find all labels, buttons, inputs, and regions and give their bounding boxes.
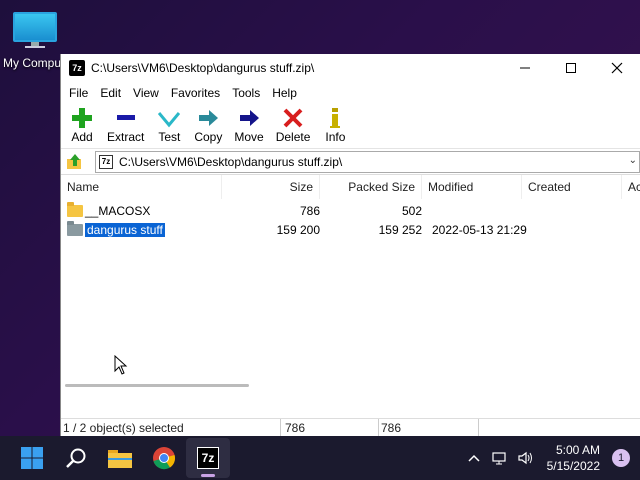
address-bar: 7z C:\Users\VM6\Desktop\dangurus stuff.z… [61,148,640,174]
maximize-icon [566,63,576,73]
file-size: 159 200 [276,222,320,237]
column-packed-size[interactable]: Packed Size [320,175,422,199]
add-label: Add [71,130,93,144]
info-label: Info [325,130,346,144]
7zip-taskbar-button[interactable]: 7z [186,438,230,478]
status-size: 786 [281,418,379,437]
file-packed-size: 502 [401,203,422,218]
column-name[interactable]: Name [61,175,222,199]
minimize-button[interactable] [502,54,548,82]
monitor-icon [13,12,57,48]
system-tray: 5:00 AM 5/15/2022 1 [461,436,640,480]
clock-date: 5/15/2022 [546,459,600,473]
file-modified: 2022-05-13 21:29 [432,222,527,237]
folder-icon [67,201,83,217]
extract-button[interactable]: Extract [101,106,150,144]
file-list[interactable]: Name Size Packed Size Modified Created A… [61,174,640,390]
test-button[interactable]: Test [150,106,188,144]
close-button[interactable] [594,54,640,82]
minus-icon [114,106,138,130]
copy-label: Copy [194,130,223,144]
title-bar[interactable]: 7z C:\Users\VM6\Desktop\dangurus stuff.z… [61,54,640,82]
delete-button[interactable]: Delete [270,106,317,144]
toolbar: Add Extract Test Copy Move Delete Info [61,104,640,148]
folder-icon [67,220,83,236]
volume-icon[interactable] [513,451,539,465]
app-7z-icon: 7z [197,447,219,469]
address-input[interactable]: 7z C:\Users\VM6\Desktop\dangurus stuff.z… [95,150,640,173]
folder-icon [108,450,132,468]
search-icon [66,448,86,468]
clock-time: 5:00 AM [555,443,600,457]
file-packed-size: 159 252 [378,222,422,237]
delete-x-icon [281,106,305,130]
file-explorer-button[interactable] [98,438,142,478]
chrome-button[interactable] [142,438,186,478]
zip-archive-icon: 7z [99,154,113,169]
move-arrow-icon [237,106,261,130]
status-selection: 1 / 2 object(s) selected [61,418,281,437]
status-bar: 1 / 2 object(s) selected 786 786 [61,418,640,437]
scrollbar-thumb[interactable] [65,384,249,387]
file-name: __MACOSX [85,203,151,218]
info-button[interactable]: Info [316,106,354,144]
taskbar: 7z 5:00 AM 5/15/2022 1 [0,436,640,480]
menu-help[interactable]: Help [266,86,303,100]
search-button[interactable] [54,438,98,478]
file-size: 786 [299,203,320,218]
menu-edit[interactable]: Edit [94,86,127,100]
column-modified[interactable]: Modified [422,175,522,199]
window-title: C:\Users\VM6\Desktop\dangurus stuff.zip\ [91,61,315,75]
copy-button[interactable]: Copy [188,106,228,144]
checkmark-icon [157,106,181,130]
column-size[interactable]: Size [222,175,320,199]
test-label: Test [158,130,181,144]
copy-arrow-icon [196,106,220,130]
column-accessed[interactable]: Ac [622,175,640,199]
list-item[interactable]: __MACOSX 786 502 [61,201,522,220]
status-packed: 786 [379,418,479,437]
menu-tools[interactable]: Tools [226,86,266,100]
column-headers: Name Size Packed Size Modified Created A… [61,175,640,199]
chevron-down-icon[interactable]: ⌄ [629,155,637,166]
menu-view[interactable]: View [127,86,165,100]
notification-badge[interactable]: 1 [612,449,630,467]
menu-bar: File Edit View Favorites Tools Help [61,82,640,104]
chrome-icon [153,447,176,470]
app-7z-icon: 7z [69,60,85,76]
plus-icon [70,106,94,130]
extract-label: Extract [107,130,145,144]
clock[interactable]: 5:00 AM 5/15/2022 [539,442,606,474]
column-created[interactable]: Created [522,175,622,199]
horizontal-scrollbar[interactable] [61,382,640,390]
menu-favorites[interactable]: Favorites [165,86,226,100]
move-button[interactable]: Move [228,106,269,144]
chevron-up-icon[interactable] [461,454,487,462]
file-name: dangurus stuff [85,222,165,237]
up-arrow-icon [67,153,81,169]
info-icon [323,106,347,130]
close-icon [611,62,623,74]
maximize-button[interactable] [548,54,594,82]
list-item-selected[interactable]: dangurus stuff 159 200 159 252 2022-05-1… [61,220,527,239]
network-icon[interactable] [487,451,513,465]
windows-logo-icon [21,447,43,469]
mouse-cursor-icon [114,355,128,375]
up-folder-button[interactable] [63,151,87,173]
file-manager-window: 7z C:\Users\VM6\Desktop\dangurus stuff.z… [60,54,640,437]
delete-label: Delete [275,130,311,144]
move-label: Move [234,130,264,144]
address-text: C:\Users\VM6\Desktop\dangurus stuff.zip\ [119,154,343,169]
add-button[interactable]: Add [63,106,101,144]
minimize-icon [520,67,530,69]
start-button[interactable] [10,438,54,478]
menu-file[interactable]: File [63,86,94,100]
